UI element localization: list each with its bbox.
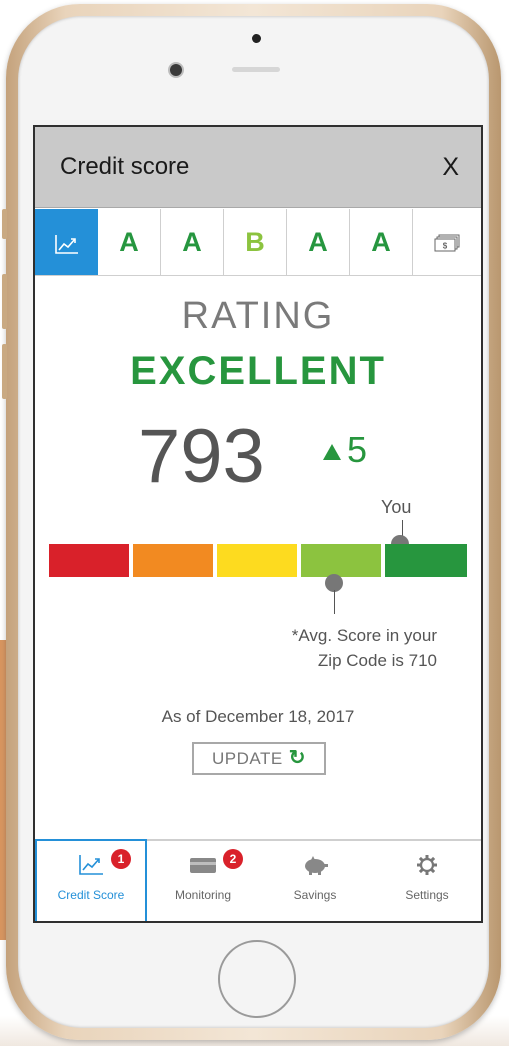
avg-score-note-line-2: Zip Code is 710 <box>317 651 437 670</box>
tab-grade-2[interactable]: A <box>161 209 224 275</box>
meter-segment-3 <box>217 544 297 577</box>
rating-value: EXCELLENT <box>130 349 386 393</box>
nav-label: Monitoring <box>174 888 232 902</box>
nav-label: Settings <box>405 888 449 902</box>
update-button-label: UPDATE <box>212 749 283 768</box>
grade-tabs: A A B A A $ <box>35 209 481 276</box>
meter-segment-1 <box>49 544 129 577</box>
nav-badge: 2 <box>223 849 243 869</box>
nav-credit-score[interactable]: 1 Credit Score <box>35 839 147 921</box>
chart-icon <box>54 234 78 254</box>
rating-label: RATING <box>181 295 335 337</box>
nav-label: Savings <box>293 888 337 902</box>
meter-segment-5 <box>385 544 467 577</box>
you-pointer-line <box>402 520 403 536</box>
tab-grade-5[interactable]: A <box>350 209 413 275</box>
nav-badge: 1 <box>111 849 131 869</box>
tab-grade-3[interactable]: B <box>224 209 287 275</box>
money-icon: $ <box>434 234 460 252</box>
gear-icon <box>371 853 481 877</box>
avg-pointer-line <box>334 590 335 614</box>
nav-monitoring[interactable]: 2 Monitoring <box>147 841 259 921</box>
score-change: 5 <box>323 429 367 471</box>
volume-up-button <box>2 274 7 329</box>
tab-grade-1[interactable]: A <box>98 209 161 275</box>
update-button[interactable]: UPDATE ↻ <box>192 742 326 775</box>
avg-score-note: *Avg. Score in your Zip Code is 710 <box>225 623 437 673</box>
front-camera <box>170 64 182 76</box>
meter-segment-2 <box>133 544 213 577</box>
modal-header: Credit score X <box>35 127 481 208</box>
avg-score-note-line-1: *Avg. Score in your <box>291 626 437 645</box>
you-label: You <box>381 497 412 517</box>
as-of-date: As of December 18, 2017 <box>161 707 355 726</box>
tab-credit-score[interactable] <box>35 209 98 275</box>
earpiece-speaker <box>232 67 280 72</box>
close-button[interactable]: X <box>442 153 459 182</box>
app-screen: Credit score X A A B A A $ RATING EXCELL… <box>33 125 483 923</box>
tab-grade-4[interactable]: A <box>287 209 350 275</box>
nav-label: Credit Score <box>57 888 125 902</box>
credit-score-value: 793 <box>138 414 265 499</box>
page-title: Credit score <box>60 153 190 180</box>
refresh-icon: ↻ <box>288 747 306 769</box>
nav-settings[interactable]: Settings <box>371 841 481 921</box>
up-arrow-icon <box>323 444 341 460</box>
tab-money[interactable]: $ <box>413 209 481 275</box>
mute-switch <box>2 209 7 239</box>
score-change-value: 5 <box>347 429 368 470</box>
meter-segment-4 <box>301 544 381 577</box>
volume-down-button <box>2 344 7 399</box>
bottom-nav: 1 Credit Score 2 Monitoring Savings Sett… <box>35 839 481 921</box>
piggy-bank-icon <box>259 853 371 877</box>
nav-savings[interactable]: Savings <box>259 841 371 921</box>
home-button[interactable] <box>218 940 296 1018</box>
svg-text:$: $ <box>443 241 448 250</box>
proximity-sensor <box>252 34 261 43</box>
